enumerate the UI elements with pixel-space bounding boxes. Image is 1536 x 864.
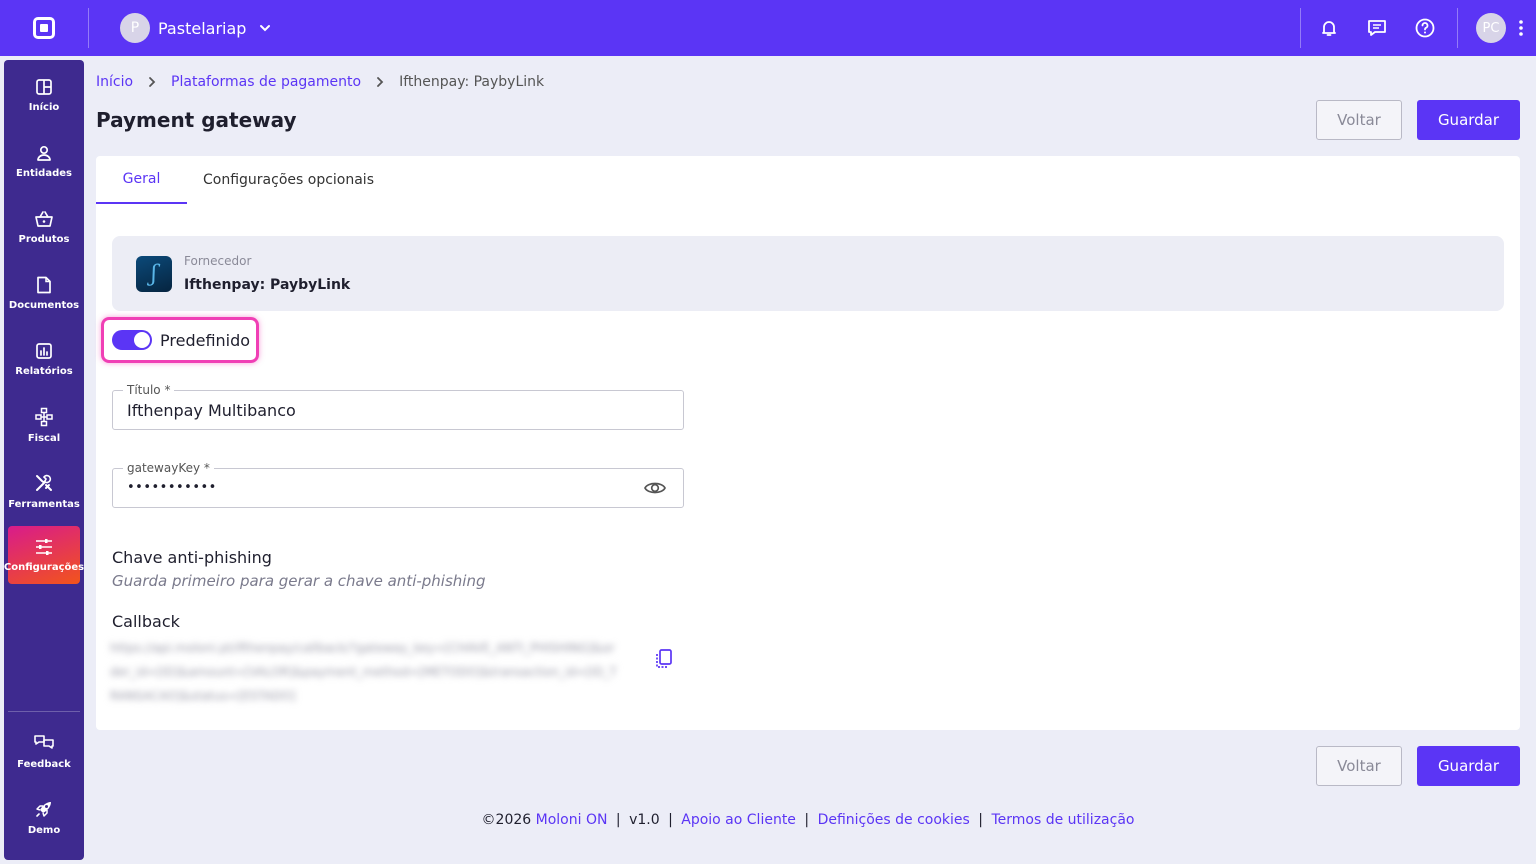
divider [88,8,89,48]
sidebar-item-inicio[interactable]: Início [8,66,80,124]
antiphishing-title: Chave anti-phishing [112,548,272,567]
sidebar-item-label: Ferramentas [8,498,80,510]
chevron-right-icon [147,76,157,88]
sidebar-item-label: Feedback [17,758,71,770]
sidebar-item-label: Fiscal [27,432,61,444]
sidebar-item-produtos[interactable]: Produtos [8,198,80,256]
sidebar-item-configuracoes[interactable]: Configurações [4,526,84,584]
tab-bar: Geral Configurações opcionais [96,156,390,204]
sidebar-divider [8,711,80,712]
save-button[interactable]: Guardar [1417,100,1520,140]
chat-icon [1368,20,1386,36]
provider-panel: ʃ Fornecedor Ifthenpay: PaybyLink [112,236,1504,311]
provider-label: Fornecedor [184,254,252,268]
save-button-bottom[interactable]: Guardar [1417,746,1520,786]
default-toggle-label: Predefinido [160,330,251,350]
user-menu-button[interactable] [1506,0,1536,56]
divider [1300,8,1301,48]
sidebar-item-feedback[interactable]: Feedback [8,722,80,780]
gateway-key-field[interactable]: gatewayKey * ••••••••••• [112,461,684,508]
app-logo[interactable] [0,0,88,56]
company-selector[interactable]: P Pastelariap [120,13,272,43]
footer-support-link[interactable]: Apoio ao Cliente [681,812,796,828]
tab-geral[interactable]: Geral [96,156,187,204]
title-field-label: Título * [123,383,175,397]
company-avatar: P [120,13,150,43]
copy-icon[interactable] [654,648,674,670]
messages-button[interactable] [1353,0,1401,56]
help-button[interactable] [1401,0,1449,56]
dashboard-icon [36,78,52,95]
back-button[interactable]: Voltar [1316,100,1402,140]
sidebar-item-label: Documentos [8,299,80,311]
report-icon [36,342,52,359]
notifications-button[interactable] [1305,0,1353,56]
user-icon [37,145,51,161]
footer-version: v1.0 [629,812,660,828]
title-field-value: Ifthenpay Multibanco [127,401,296,420]
divider [1457,8,1458,48]
back-button-bottom[interactable]: Voltar [1316,746,1402,786]
callback-title: Callback [112,612,180,631]
sidebar-item-relatorios[interactable]: Relatórios [8,330,80,388]
footer: ©2026 Moloni ON | v1.0 | Apoio ao Client… [481,812,1135,828]
sidebar-item-label: Início [28,101,60,113]
page-title: Payment gateway [96,108,297,132]
tab-configuracoes-opcionais[interactable]: Configurações opcionais [187,156,390,204]
title-field[interactable]: Título * Ifthenpay Multibanco [112,383,684,430]
antiphishing-hint: Guarda primeiro para gerar a chave anti-… [112,572,486,590]
kebab-menu-icon [1519,20,1523,36]
footer-brand-link[interactable]: Moloni ON [536,812,608,828]
chevron-right-icon [375,76,385,88]
sidebar-item-label: Relatórios [15,365,73,377]
gateway-key-value: ••••••••••• [127,480,217,495]
sidebar-item-label: Configurações [3,561,85,573]
sidebar-item-label: Entidades [16,167,72,179]
footer-terms-link[interactable]: Termos de utilização [991,812,1134,828]
logo-icon [33,17,55,39]
breadcrumb-parent[interactable]: Plataformas de pagamento [171,74,361,90]
sidebar-item-entidades[interactable]: Entidades [8,132,80,190]
user-avatar[interactable]: PC [1476,13,1506,43]
footer-cookies-link[interactable]: Definições de cookies [818,812,970,828]
settings-sliders-icon [36,538,52,555]
breadcrumb-current: Ifthenpay: PaybyLink [399,74,545,90]
top-bar: P Pastelariap PC [0,0,1536,56]
gateway-key-label: gatewayKey * [123,461,214,475]
sidebar-item-documentos[interactable]: Documentos [8,264,80,322]
callback-url: https://api.moloni.pt/ifthenpay/callback… [110,641,617,703]
fiscal-icon [35,407,53,426]
sidebar-item-ferramentas[interactable]: Ferramentas [8,462,80,520]
tools-icon [36,474,52,491]
default-toggle[interactable] [112,330,152,350]
eye-icon[interactable] [643,478,667,498]
basket-icon [35,210,53,227]
feedback-icon [34,734,54,749]
breadcrumb-home[interactable]: Início [96,74,133,90]
bell-icon [1322,21,1336,36]
provider-logo: ʃ [136,256,172,292]
form-card: Geral Configurações opcionais ʃ Forneced… [96,156,1520,730]
default-toggle-highlight: Predefinido [101,317,259,363]
document-icon [37,276,51,293]
provider-name: Ifthenpay: PaybyLink [184,277,351,293]
company-name: Pastelariap [158,18,247,38]
sidebar-item-fiscal[interactable]: Fiscal [8,396,80,454]
chevron-down-icon [260,25,271,32]
sidebar: Início Entidades Produtos Documentos Rel… [4,60,84,860]
sidebar-item-label: Produtos [18,233,70,245]
footer-copyright: ©2026 [481,812,532,828]
breadcrumb: Início Plataformas de pagamento Ifthenpa… [96,74,544,90]
help-icon [1415,18,1435,38]
